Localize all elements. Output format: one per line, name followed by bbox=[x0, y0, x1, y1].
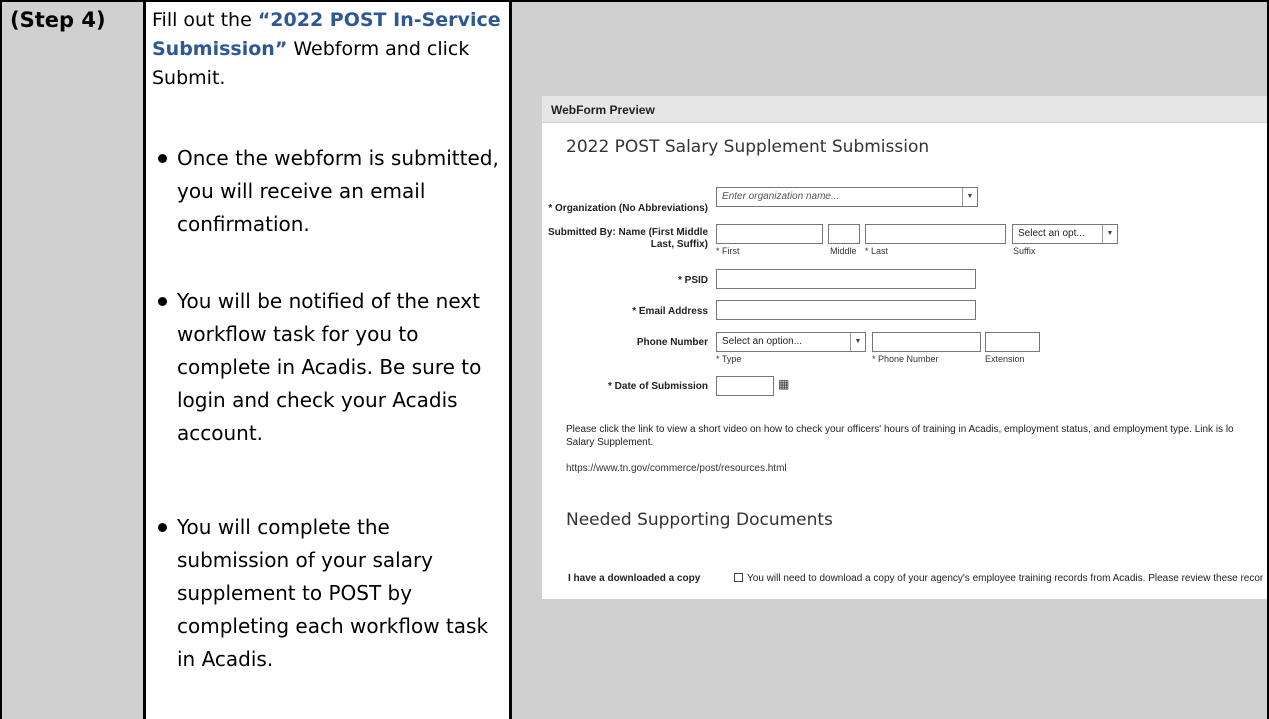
middle-name-input[interactable] bbox=[828, 224, 860, 244]
section-title-supporting-docs: Needed Supporting Documents bbox=[566, 510, 833, 530]
webform-title: 2022 POST Salary Supplement Submission bbox=[566, 137, 930, 157]
phone-extension-sublabel: Extension bbox=[985, 354, 1025, 364]
bullet-item: Once the webform is submitted, you will … bbox=[158, 142, 503, 241]
bullet-text: You will be notified of the next workflo… bbox=[177, 289, 482, 445]
step-label: (Step 4) bbox=[10, 8, 106, 32]
calendar-icon[interactable]: ▦ bbox=[778, 377, 789, 391]
doc-download-label: I have a downloaded a copy bbox=[568, 573, 701, 584]
organization-placeholder: Enter organization name... bbox=[722, 191, 840, 202]
phone-type-sublabel: * Type bbox=[716, 354, 742, 364]
bullet-text: Once the webform is submitted, you will … bbox=[177, 146, 499, 236]
psid-input[interactable] bbox=[716, 269, 976, 289]
first-name-sublabel: * First bbox=[716, 246, 740, 256]
suffix-sublabel: Suffix bbox=[1013, 246, 1036, 256]
instruction-table: (Step 4) Fill out the “2022 POST In-Serv… bbox=[0, 0, 1269, 719]
video-instructions-line-2: Salary Supplement. bbox=[566, 437, 654, 448]
bullet-item: You will be notified of the next workflo… bbox=[158, 285, 503, 450]
organization-label: * Organization (No Abbreviations) bbox=[548, 203, 708, 214]
date-input[interactable] bbox=[716, 376, 774, 396]
phone-number-sublabel: * Phone Number bbox=[872, 354, 939, 364]
bullet-dot-icon bbox=[158, 523, 167, 532]
intro-prefix: Fill out the bbox=[152, 9, 258, 31]
email-label: * Email Address bbox=[632, 306, 708, 317]
doc-download-text: You will need to download a copy of your… bbox=[747, 573, 1264, 584]
phone-type-value: Select an option... bbox=[722, 336, 803, 347]
resources-link[interactable]: https://www.tn.gov/commerce/post/resourc… bbox=[566, 463, 787, 474]
webform-preview-header: WebForm Preview bbox=[542, 96, 1267, 123]
step-cell: (Step 4) bbox=[2, 2, 143, 719]
chevron-down-icon: ▼ bbox=[850, 333, 865, 351]
instructions-cell: Fill out the “2022 POST In-Service Submi… bbox=[146, 2, 509, 719]
psid-label: * PSID bbox=[677, 275, 708, 286]
phone-extension-input[interactable] bbox=[985, 332, 1040, 352]
bullet-item: You will complete the submission of your… bbox=[158, 511, 503, 676]
instructions-intro: Fill out the “2022 POST In-Service Submi… bbox=[152, 6, 502, 93]
video-instructions-line-1: Please click the link to view a short vi… bbox=[566, 424, 1234, 435]
submitted-by-label: Submitted By: Name (First Middle Last, S… bbox=[548, 227, 709, 250]
email-input[interactable] bbox=[716, 300, 976, 320]
phone-type-select[interactable]: Select an option... ▼ bbox=[716, 332, 866, 352]
chevron-down-icon: ▼ bbox=[962, 188, 977, 206]
bullet-dot-icon bbox=[158, 154, 167, 163]
doc-download-option[interactable]: You will need to download a copy of your… bbox=[734, 573, 1267, 584]
chevron-down-icon: ▼ bbox=[1102, 225, 1117, 243]
bullet-text: You will complete the submission of your… bbox=[177, 515, 489, 671]
last-name-input[interactable] bbox=[865, 224, 1006, 244]
last-name-sublabel: * Last bbox=[865, 246, 889, 256]
middle-name-sublabel: Middle bbox=[830, 246, 857, 256]
suffix-value: Select an opt... bbox=[1018, 228, 1085, 239]
first-name-input[interactable] bbox=[716, 224, 823, 244]
bullet-dot-icon bbox=[158, 297, 167, 306]
phone-label: Phone Number bbox=[636, 337, 708, 348]
checkbox-icon[interactable] bbox=[734, 573, 743, 582]
suffix-select[interactable]: Select an opt... ▼ bbox=[1012, 224, 1118, 244]
date-label: * Date of Submission bbox=[607, 381, 708, 392]
organization-select[interactable]: Enter organization name... ▼ bbox=[716, 187, 978, 207]
phone-number-input[interactable] bbox=[872, 332, 981, 352]
webform-preview-screenshot: WebForm Preview 2022 POST Salary Supplem… bbox=[542, 96, 1267, 599]
video-instructions-text: Please click the link to view a short vi… bbox=[566, 423, 1267, 449]
